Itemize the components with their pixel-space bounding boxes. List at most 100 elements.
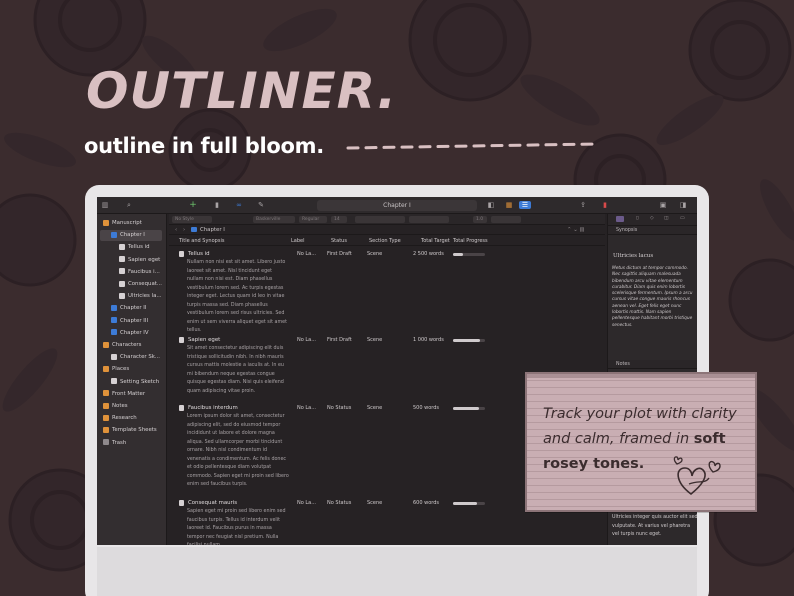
row-section[interactable]: Scene [367,405,382,411]
row-section[interactable]: Scene [367,500,382,506]
tag-icon[interactable]: ◇ [650,214,654,223]
inspector-tabs: ▯ ◇ ◫ ▭ [608,214,697,226]
col-title[interactable]: Title and Synopsis [179,236,224,246]
bookmark-tab-icon[interactable]: ▯ [636,214,639,223]
camera-icon[interactable]: ◫ [664,214,669,223]
row-status[interactable]: First Draft [327,337,352,343]
binder-item-label: Template Sheets [112,427,157,434]
binder-item[interactable]: Chapter IV [111,328,149,339]
binder-item-label: Character Sk... [120,354,161,361]
row-synopsis[interactable]: Sit amet consectetur adipiscing elit dui… [187,345,289,396]
binder-item[interactable]: Notes [103,401,128,412]
binder-item-label: Chapter IV [120,329,149,336]
binder-item[interactable]: Tellus id [119,242,150,253]
binder-item[interactable]: Places [103,364,129,375]
col-label[interactable]: Label [291,236,305,246]
binder-toggle-icon[interactable]: ▥ [101,201,109,209]
comment-icon[interactable]: ▭ [680,214,685,223]
binder-item[interactable]: Ultricies la... [119,291,162,302]
row-target: 500 words [413,405,440,411]
forward-arrow-icon[interactable]: › [183,225,185,235]
row-section[interactable]: Scene [367,337,382,343]
nav-arrows-icon[interactable]: ⌃ ⌄ ▤ [567,225,585,235]
notes-body[interactable]: Ultricies integer quis auctor elit sed v… [612,514,697,540]
binder-sidebar: Manuscript Chapter I Tellus id Sapien eget F… [97,214,167,545]
row-synopsis[interactable]: Nullam non nisi est sit amet. Libero jus… [187,259,289,336]
binder-item-label: Research [112,415,137,422]
binder-item[interactable]: Research [103,413,137,424]
corkboard-icon[interactable]: ▦ [505,201,513,209]
row-label[interactable]: No La... [297,251,316,257]
synopsis-body[interactable]: Metus dictum at tempor commodo. Nec sagi… [612,266,696,329]
folder-icon [111,317,117,324]
document-icon [119,268,125,275]
outliner-icon[interactable]: ☰ [519,201,531,209]
notebook-icon[interactable] [616,216,624,222]
row-title[interactable]: Consequat mauris [188,500,237,506]
row-label[interactable]: No La... [297,500,316,506]
compose-icon[interactable]: ▣ [659,201,667,209]
row-target: 2 500 words [413,251,444,257]
synopsis-header[interactable]: Synopsis [608,226,697,235]
share-icon[interactable]: ⇪ [579,201,587,209]
binder-item[interactable]: Consequat... [119,279,162,290]
binder-item[interactable]: Characters [103,340,141,351]
folder-icon [111,231,117,238]
binder-item[interactable]: Chapter II [111,303,146,314]
row-status[interactable]: No Status [327,405,351,411]
search-icon[interactable]: ⌕ [125,201,133,209]
col-progress[interactable]: Total Progress [453,236,488,246]
row-title[interactable]: Faucibus interdum [188,405,238,411]
row-synopsis[interactable]: Sapien eget mi proin sed libero enim sed… [187,508,289,545]
binder-item[interactable]: Setting Sketch [111,377,159,388]
row-label[interactable]: No La... [297,405,316,411]
row-synopsis[interactable]: Lorem ipsum dolor sit amet, consectetur … [187,413,289,490]
style-select[interactable]: No Style [172,216,212,223]
notes-header[interactable]: Notes [608,360,697,369]
binder-item-label: Consequat... [128,281,162,287]
link-icon[interactable]: ∞ [235,201,243,209]
binder-item[interactable]: Trash [103,438,126,449]
back-arrow-icon[interactable]: ‹ [175,225,177,235]
inspector-toggle-icon[interactable]: ◨ [679,201,687,209]
binder-item[interactable]: Character Sk... [111,352,160,363]
add-icon[interactable]: + [189,201,197,210]
row-status[interactable]: No Status [327,500,351,506]
row-label[interactable]: No La... [297,337,316,343]
binder-item-label: Manuscript [112,220,142,226]
list-buttons[interactable] [491,216,521,223]
binder-item-label: Chapter II [120,305,147,312]
col-section[interactable]: Section Type [369,236,401,246]
row-status[interactable]: First Draft [327,251,352,257]
synopsis-title[interactable]: Ultricies lacus [613,253,653,259]
binder-item[interactable]: Manuscript [103,218,142,229]
edit-icon[interactable]: ✎ [257,201,265,209]
alignment-buttons[interactable] [409,216,449,223]
binder-item[interactable]: Chapter I [100,230,162,242]
view-mode-icon[interactable]: ◧ [487,201,495,209]
col-status[interactable]: Status [331,236,347,246]
row-title[interactable]: Sapien eget [188,337,220,343]
trash-icon[interactable]: ▮ [213,201,221,209]
binder-item[interactable]: Front Matter [103,389,145,400]
document-icon [119,280,125,287]
binder-item[interactable]: Template Sheets [103,425,157,436]
bookmark-icon[interactable]: ▮ [601,201,609,209]
document-title: Chapter I [317,200,477,211]
weight-select[interactable]: Regular [299,216,327,223]
line-spacing-select[interactable]: 1.0 [473,216,487,223]
font-select[interactable]: Baskerville [253,216,295,223]
size-select[interactable]: 14 [331,216,347,223]
row-target: 600 words [413,500,440,506]
text-style-buttons[interactable] [355,216,405,223]
binder-item[interactable]: Faucibus i... [119,267,160,278]
hero-subtitle: outline in full bloom. [84,134,324,158]
document-icon [119,243,125,250]
binder-item[interactable]: Chapter III [111,316,148,327]
col-target[interactable]: Total Target [421,236,450,246]
folder-icon [103,390,109,397]
row-title[interactable]: Tellus id [188,251,210,257]
row-section[interactable]: Scene [367,251,382,257]
binder-item[interactable]: Sapien eget [119,255,160,266]
binder-item-label: Chapter III [120,317,149,324]
